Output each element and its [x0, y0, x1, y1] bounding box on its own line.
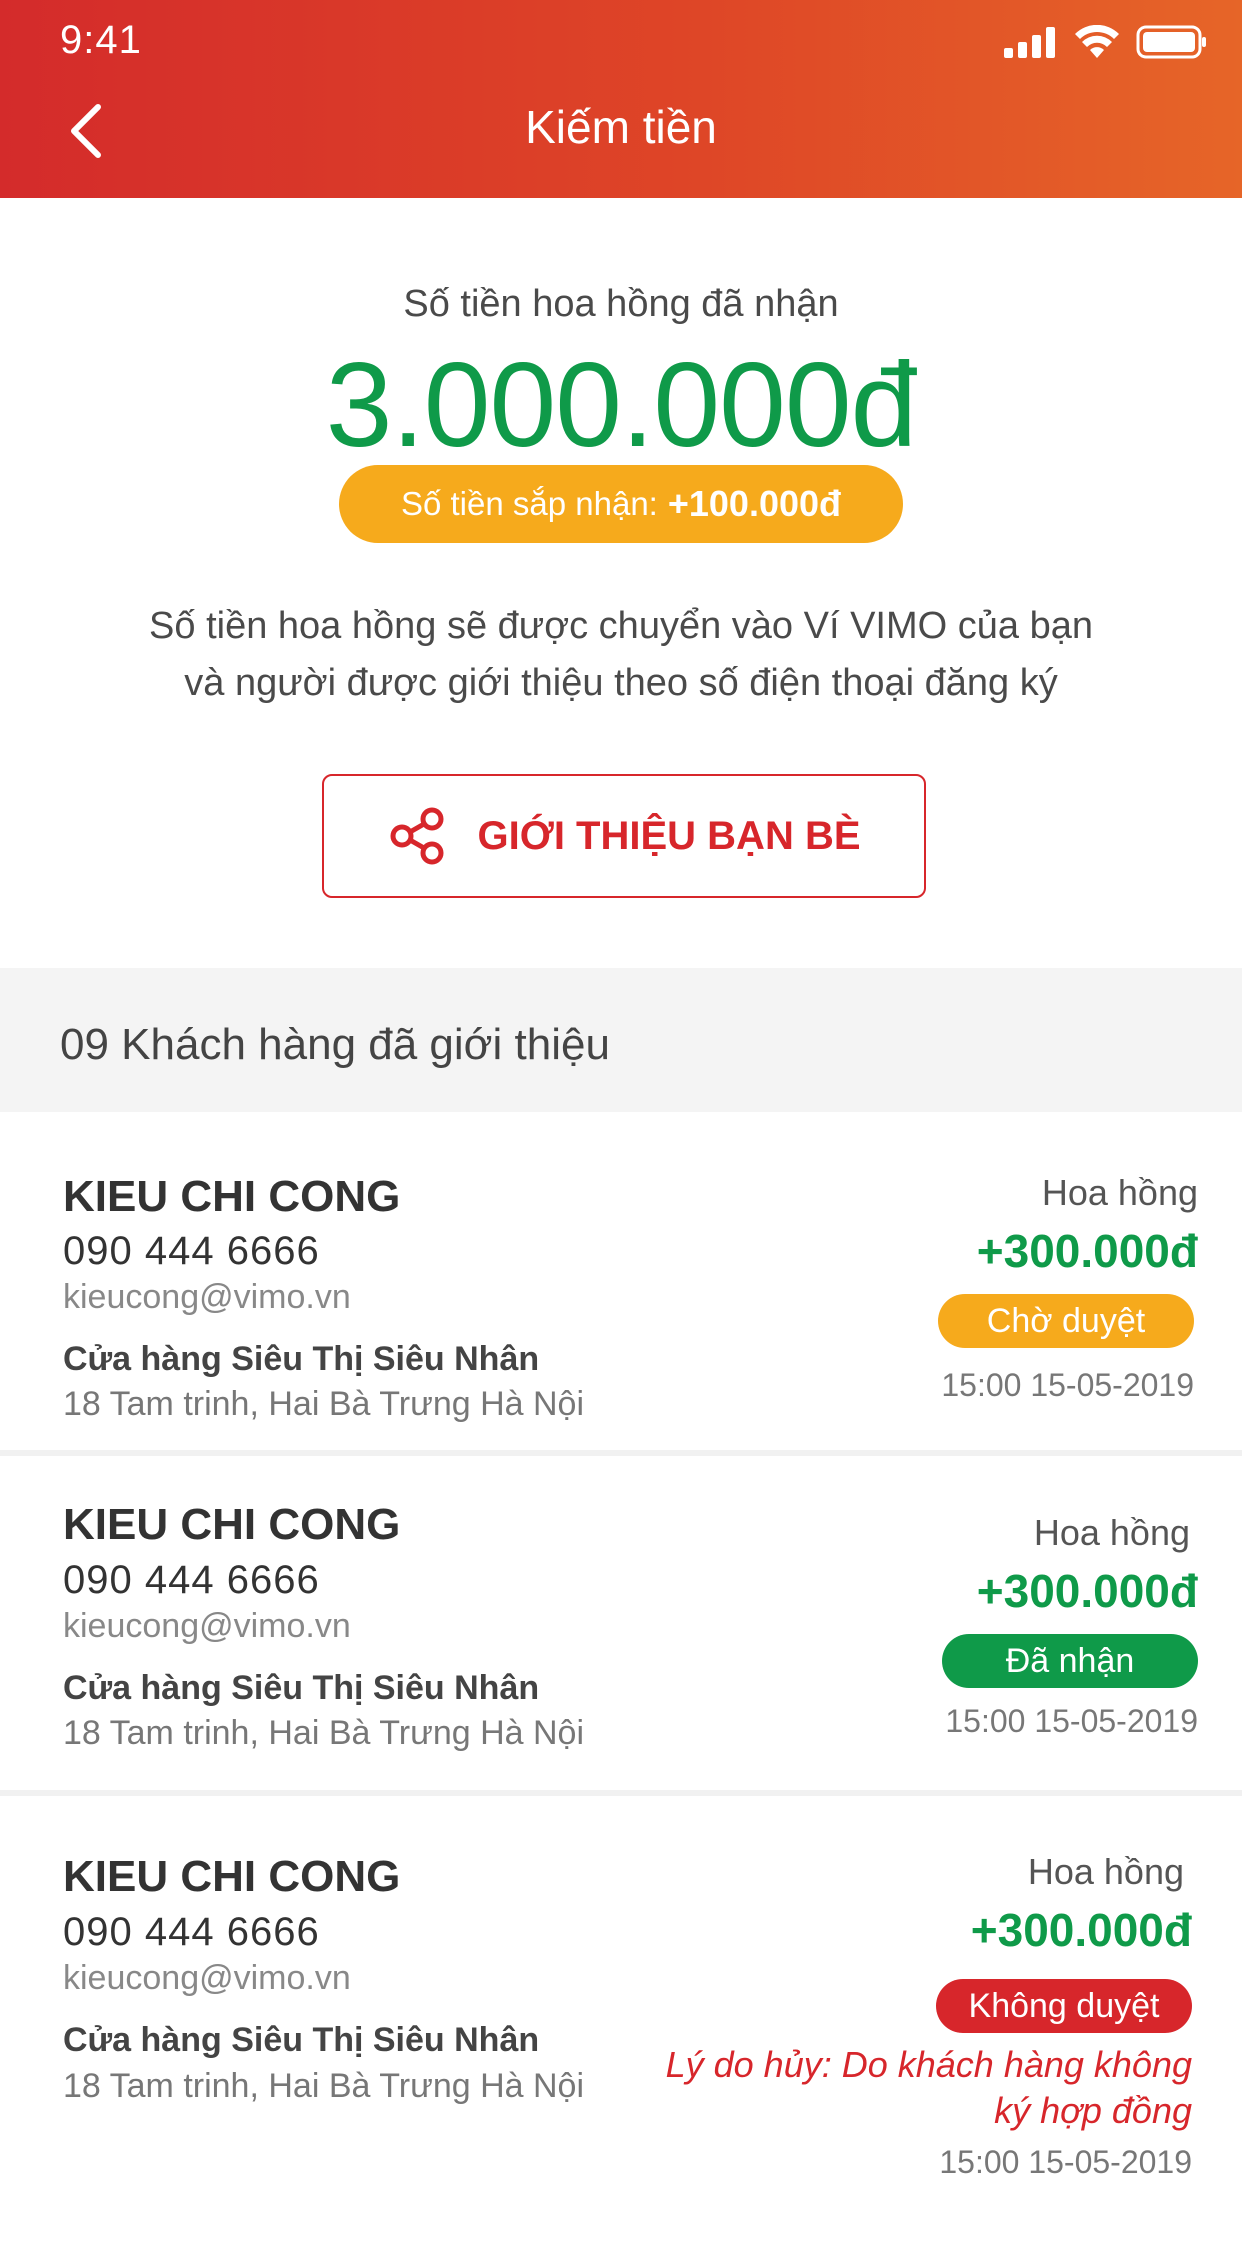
customer-email: kieucong@vimo.vn — [63, 1959, 351, 1997]
customer-card[interactable]: KIEU CHI CONG 090 444 6666 kieucong@vimo… — [0, 1456, 1242, 1790]
customer-address: 18 Tam trinh, Hai Bà Trưng Hà Nội — [63, 1714, 585, 1752]
customer-card[interactable]: KIEU CHI CONG 090 444 6666 kieucong@vimo… — [0, 1112, 1242, 1450]
description-line-2: và người được giới thiệu theo số điện th… — [184, 662, 1058, 704]
customer-store: Cửa hàng Siêu Thị Siêu Nhân — [63, 2021, 540, 2059]
status-icons — [1002, 22, 1208, 62]
customer-name: KIEU CHI CONG — [63, 1172, 401, 1221]
customer-store: Cửa hàng Siêu Thị Siêu Nhân — [63, 1340, 540, 1378]
commission-label: Hoa hồng — [1027, 1851, 1184, 1892]
page-title: Kiếm tiền — [525, 101, 717, 153]
customer-name: KIEU CHI CONG — [63, 1500, 401, 1549]
status-time: 9:41 — [60, 18, 142, 62]
commission-received-label: Số tiền hoa hồng đã nhận — [403, 283, 839, 325]
status-badge: Đã nhận — [942, 1634, 1198, 1688]
commission-panel: Hoa hồng +300.000đ Đã nhận 15:00 15-05-2… — [638, 1456, 1198, 1790]
invite-friends-label: GIỚI THIỆU BẠN BÈ — [477, 813, 861, 858]
customer-phone: 090 444 6666 — [63, 1229, 320, 1273]
customer-email: kieucong@vimo.vn — [63, 1607, 351, 1645]
timestamp: 15:00 15-05-2019 — [941, 1367, 1194, 1403]
cancel-reason-line-2: ký hợp đồng — [994, 2090, 1192, 2131]
cancel-reason: Lý do hủy: Do khách hàng không ký hợp đồ… — [632, 2042, 1192, 2134]
customer-phone: 090 444 6666 — [63, 1558, 320, 1602]
timestamp: 15:00 15-05-2019 — [945, 1703, 1198, 1739]
commission-received-amount: 3.000.000đ — [325, 338, 918, 472]
commission-value: +300.000đ — [976, 1565, 1198, 1617]
commission-label: Hoa hồng — [1041, 1172, 1198, 1213]
status-badge: Chờ duyệt — [938, 1294, 1194, 1348]
commission-description: Số tiền hoa hồng sẽ được chuyển vào Ví V… — [60, 598, 1182, 712]
customer-name: KIEU CHI CONG — [63, 1852, 401, 1901]
customer-email: kieucong@vimo.vn — [63, 1278, 351, 1316]
timestamp: 15:00 15-05-2019 — [939, 2144, 1192, 2180]
customer-address: 18 Tam trinh, Hai Bà Trưng Hà Nội — [63, 2067, 585, 2105]
customer-store: Cửa hàng Siêu Thị Siêu Nhân — [63, 1669, 540, 1707]
referred-customers-title: 09 Khách hàng đã giới thiệu — [60, 1020, 610, 1069]
signal-icon — [1004, 27, 1055, 58]
commission-panel: Hoa hồng +300.000đ Chờ duyệt 15:00 15-05… — [638, 1112, 1198, 1450]
share-icon — [390, 807, 444, 865]
description-line-1: Số tiền hoa hồng sẽ được chuyển vào Ví V… — [149, 605, 1093, 647]
battery-icon — [1136, 25, 1206, 59]
commission-value: +300.000đ — [976, 1225, 1198, 1277]
pending-value: +100.000đ — [667, 483, 842, 524]
status-badge: Không duyệt — [936, 1979, 1192, 2033]
pending-label: Số tiền sắp nhận: — [400, 485, 658, 522]
customer-card[interactable]: KIEU CHI CONG 090 444 6666 kieucong@vimo… — [0, 1796, 1242, 2241]
commission-value: +300.000đ — [970, 1904, 1192, 1956]
cancel-reason-line-1: Lý do hủy: Do khách hàng không — [665, 2044, 1192, 2085]
commission-label: Hoa hồng — [1033, 1512, 1190, 1553]
customer-address: 18 Tam trinh, Hai Bà Trưng Hà Nội — [63, 1385, 585, 1423]
invite-friends-button[interactable]: GIỚI THIỆU BẠN BÈ — [322, 774, 926, 898]
commission-panel: Hoa hồng +300.000đ Không duyệt Lý do hủy… — [632, 1796, 1192, 2241]
wifi-icon — [1075, 25, 1119, 58]
app-header: 9:41 Kiếm tiền — [0, 0, 1242, 198]
pending-amount-pill: Số tiền sắp nhận: +100.000đ — [339, 465, 903, 543]
customer-phone: 090 444 6666 — [63, 1910, 320, 1954]
